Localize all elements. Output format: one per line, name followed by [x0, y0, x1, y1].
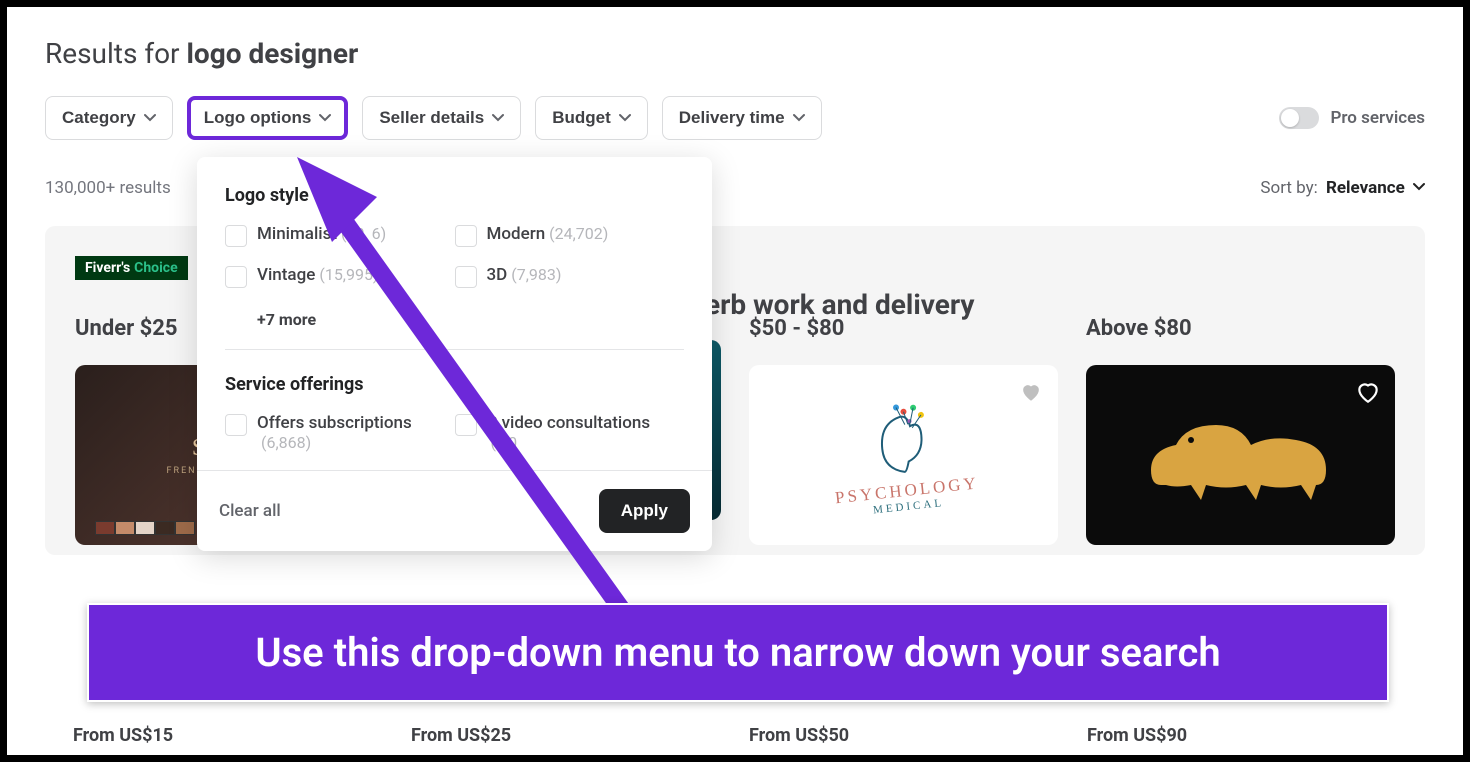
head-tree-icon: [848, 392, 956, 482]
option-video-consultations[interactable]: P video consultations(1,0: [455, 413, 685, 452]
option-3d[interactable]: 3D(7,983): [455, 265, 685, 288]
chevron-down-icon: [492, 112, 504, 124]
filter-budget-label: Budget: [552, 108, 611, 128]
sort-label: Sort by:: [1260, 178, 1317, 198]
option-label: Modern: [487, 224, 546, 244]
filter-delivery-time-label: Delivery time: [679, 108, 785, 128]
favorite-button[interactable]: [1018, 379, 1044, 405]
checkbox[interactable]: [225, 414, 247, 436]
filter-logo-options[interactable]: Logo options: [187, 96, 349, 140]
option-label: Minimalist: [257, 224, 337, 244]
logo-options-dropdown: Logo style Minimalist(50, 6) Modern(24,7…: [197, 157, 712, 551]
sort-by[interactable]: Sort by: Relevance: [1260, 178, 1425, 198]
filter-logo-options-label: Logo options: [204, 108, 312, 128]
option-offers-subscriptions[interactable]: Offers subscriptions(6,868): [225, 413, 455, 452]
from-price: From US$50: [749, 725, 1059, 746]
filter-seller-details-label: Seller details: [379, 108, 484, 128]
option-minimalist[interactable]: Minimalist(50, 6): [225, 224, 455, 247]
checkbox[interactable]: [455, 266, 477, 288]
section-headline: erb work and delivery: [705, 288, 974, 321]
option-label: Vintage: [257, 265, 315, 285]
annotation-text: Use this drop-down menu to narrow down y…: [255, 629, 1220, 676]
search-term: logo designer: [187, 37, 359, 70]
filter-delivery-time[interactable]: Delivery time: [662, 96, 822, 140]
fiverrs-choice-badge: Fiverr's Choice: [75, 256, 188, 280]
sort-value: Relevance: [1326, 178, 1405, 198]
dropdown-section-logo-style: Logo style: [225, 185, 684, 206]
chevron-down-icon: [1413, 181, 1425, 193]
apply-button[interactable]: Apply: [599, 489, 690, 533]
pro-services-label: Pro services: [1331, 108, 1425, 128]
filter-seller-details[interactable]: Seller details: [362, 96, 521, 140]
favorite-button[interactable]: [1355, 379, 1381, 405]
from-price: From US$90: [1087, 725, 1397, 746]
bucket-above-80: Above $80: [1086, 316, 1395, 545]
pro-services-toggle[interactable]: Pro services: [1279, 107, 1425, 129]
chevron-down-icon: [144, 112, 156, 124]
bucket-50-80: $50 - $80 PSYCHOLOGY MEDICAL: [749, 316, 1058, 545]
choice-badge-b: Choice: [134, 260, 177, 276]
show-more-link[interactable]: +7 more: [257, 310, 684, 329]
bear-icon: [1131, 390, 1351, 520]
from-price-row: From US$15 From US$25 From US$50 From US…: [35, 725, 1435, 746]
gig-card[interactable]: [1086, 365, 1395, 545]
checkbox[interactable]: [225, 225, 247, 247]
option-modern[interactable]: Modern(24,702): [455, 224, 685, 247]
option-count: (24,702): [549, 224, 608, 243]
results-prefix: Results for: [45, 37, 180, 70]
chevron-down-icon: [619, 112, 631, 124]
from-price: From US$25: [411, 725, 721, 746]
choice-badge-a: Fiverr's: [85, 260, 130, 276]
from-price: From US$15: [73, 725, 383, 746]
option-count: (50, 6): [341, 224, 386, 243]
option-label: P video consultations: [487, 413, 651, 433]
results-title: Results for logo designer: [45, 37, 1425, 70]
chevron-down-icon: [793, 112, 805, 124]
option-vintage[interactable]: Vintage(15,995): [225, 265, 455, 288]
result-count: 130,000+ results: [45, 178, 171, 198]
toggle-dot: [1281, 109, 1299, 127]
checkbox[interactable]: [455, 414, 477, 436]
toggle-track[interactable]: [1279, 107, 1319, 129]
filter-budget[interactable]: Budget: [535, 96, 648, 140]
option-count: (15,995): [319, 265, 378, 284]
option-label: 3D: [487, 265, 508, 285]
filter-category[interactable]: Category: [45, 96, 173, 140]
checkbox[interactable]: [225, 266, 247, 288]
option-label: Offers subscriptions: [257, 413, 412, 433]
chevron-down-icon: [319, 112, 331, 124]
clear-all-button[interactable]: Clear all: [219, 501, 281, 521]
gig-card[interactable]: PSYCHOLOGY MEDICAL: [749, 365, 1058, 545]
dropdown-section-service-offerings: Service offerings: [225, 374, 684, 395]
option-count: (1,0: [491, 433, 518, 452]
color-palette-icon: [95, 521, 195, 535]
checkbox[interactable]: [455, 225, 477, 247]
filter-category-label: Category: [62, 108, 136, 128]
option-count: (7,983): [511, 265, 561, 284]
bucket-title: Above $80: [1086, 316, 1395, 341]
filter-row: Category Logo options Seller details Bud…: [45, 96, 1425, 140]
annotation-banner: Use this drop-down menu to narrow down y…: [87, 603, 1389, 702]
option-count: (6,868): [261, 433, 311, 452]
